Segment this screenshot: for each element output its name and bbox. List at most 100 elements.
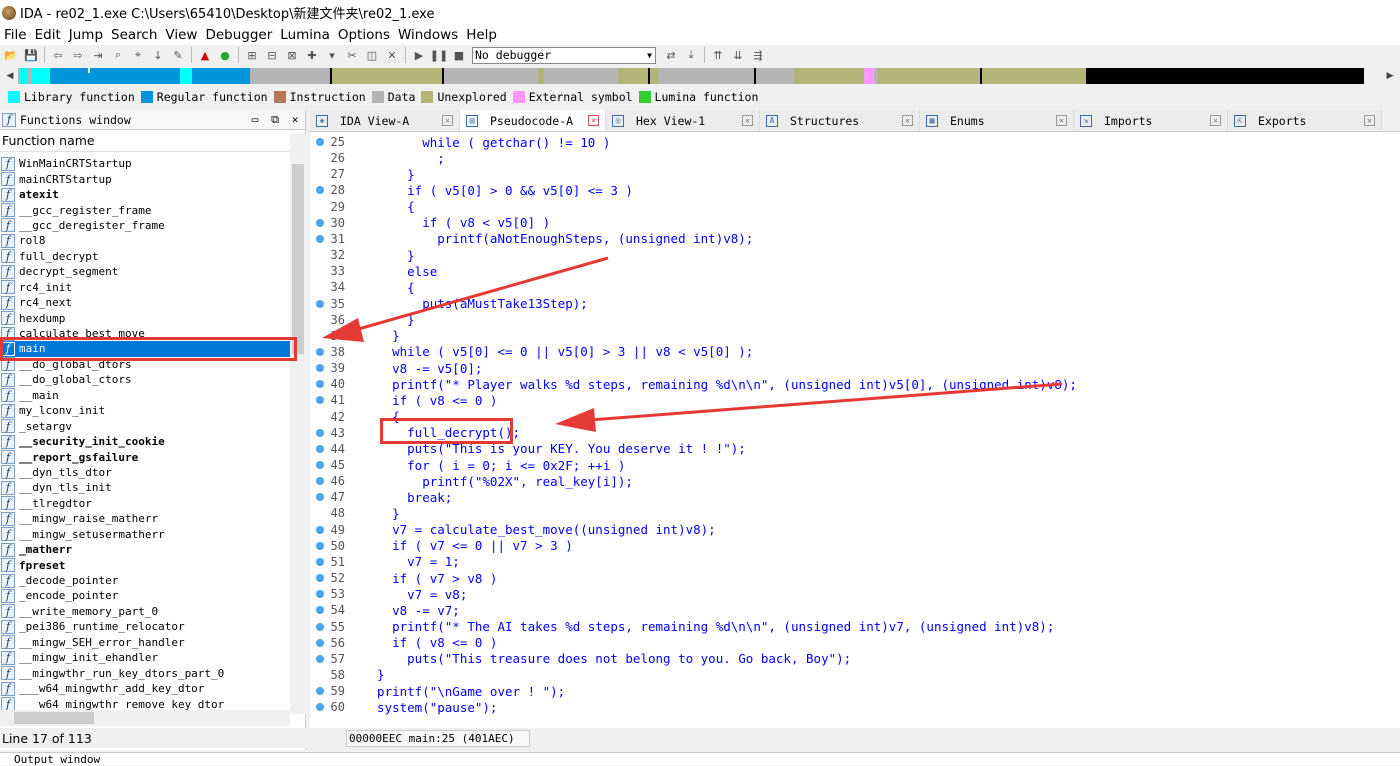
- nav-left-icon[interactable]: ◀: [4, 68, 16, 84]
- function-row[interactable]: f __write_memory_part_0: [0, 604, 290, 619]
- breakpoint-icon[interactable]: ◫: [365, 48, 379, 62]
- code-line[interactable]: 47 break;: [310, 489, 1400, 505]
- code-line[interactable]: 35 puts(aMustTake13Step);: [310, 296, 1400, 312]
- code-line[interactable]: 48 }: [310, 505, 1400, 521]
- code-line[interactable]: 34 {: [310, 279, 1400, 295]
- code-line[interactable]: 55 printf("* The AI takes %d steps, rema…: [310, 619, 1400, 635]
- vertical-scrollbar[interactable]: [290, 134, 306, 714]
- menu-item-view[interactable]: View: [161, 27, 201, 43]
- function-row[interactable]: f __do_global_dtors: [0, 357, 290, 372]
- breakpoint-dot-icon[interactable]: [316, 622, 324, 631]
- code-line[interactable]: 45 for ( i = 0; i <= 0x2F; ++i ): [310, 457, 1400, 473]
- code-line[interactable]: 31 printf(aNotEnoughSteps, (unsigned int…: [310, 231, 1400, 247]
- breakpoint-dot-icon[interactable]: [316, 186, 324, 195]
- trace-icon[interactable]: ⇈: [711, 48, 725, 62]
- tab-hex-view-1[interactable]: ◎ Hex View-1 ✕: [606, 110, 760, 131]
- function-row[interactable]: f rc4_init: [0, 280, 290, 295]
- breakpoint-dot-icon[interactable]: [316, 428, 324, 437]
- code-line[interactable]: 42 {: [310, 409, 1400, 425]
- function-row[interactable]: f __do_global_ctors: [0, 372, 290, 387]
- breakpoint-dot-icon[interactable]: [316, 347, 324, 356]
- menu-item-edit[interactable]: Edit: [31, 27, 65, 43]
- function-row[interactable]: f __gcc_register_frame: [0, 202, 290, 218]
- breakpoint-dot-icon[interactable]: [316, 396, 324, 405]
- breakpoint-dot-icon[interactable]: [316, 218, 324, 227]
- minimize-icon[interactable]: ▭: [245, 113, 265, 127]
- alert-icon[interactable]: ▲: [198, 48, 212, 62]
- tab-imports[interactable]: ⇲ Imports ✕: [1074, 110, 1228, 131]
- code-line[interactable]: 51 v7 = 1;: [310, 554, 1400, 570]
- stop-icon[interactable]: ■: [452, 48, 466, 62]
- breakpoint-dot-icon[interactable]: [316, 364, 324, 373]
- pause-icon[interactable]: ❚❚: [430, 48, 448, 62]
- breakpoint-dot-icon[interactable]: [316, 477, 324, 486]
- breakpoint-dot-icon[interactable]: [316, 234, 324, 243]
- function-row[interactable]: f ___w64_mingwthr_add_key_dtor: [0, 681, 290, 696]
- forward-icon[interactable]: ⇨: [71, 48, 85, 62]
- code-icon[interactable]: ⊠: [285, 48, 299, 62]
- menu-item-help[interactable]: Help: [462, 27, 501, 43]
- code-line[interactable]: 57 puts("This treasure does not belong t…: [310, 651, 1400, 667]
- function-row[interactable]: f main: [0, 341, 290, 357]
- function-row[interactable]: f decrypt_segment: [0, 264, 290, 279]
- patch-icon[interactable]: ✂: [345, 48, 359, 62]
- code-line[interactable]: 38 while ( v5[0] <= 0 || v5[0] > 3 || v8…: [310, 344, 1400, 360]
- play-icon[interactable]: ▶: [412, 48, 426, 62]
- tab-enums[interactable]: ▦ Enums ✕: [920, 110, 1074, 131]
- tab-structures[interactable]: A Structures ✕: [760, 110, 920, 131]
- function-row[interactable]: f __dyn_tls_dtor: [0, 465, 290, 480]
- breakpoint-dot-icon[interactable]: [316, 493, 324, 502]
- function-row[interactable]: f __tlregdtor: [0, 496, 290, 511]
- function-row[interactable]: f atexit: [0, 187, 290, 202]
- tab-close-icon[interactable]: ✕: [742, 115, 753, 126]
- menu-item-lumina[interactable]: Lumina: [276, 27, 334, 43]
- breakpoint-dot-icon[interactable]: [316, 557, 324, 566]
- text-search-icon[interactable]: ✎: [171, 48, 185, 62]
- function-row[interactable]: f __mingwthr_run_key_dtors_part_0: [0, 665, 290, 681]
- code-line[interactable]: 59 printf("\nGame over ! ");: [310, 683, 1400, 699]
- function-row[interactable]: f _pei386_runtime_relocator: [0, 619, 290, 634]
- function-row[interactable]: f __mingw_raise_matherr: [0, 511, 290, 526]
- attach-icon[interactable]: ⇄: [664, 48, 678, 62]
- code-line[interactable]: 36 }: [310, 312, 1400, 328]
- code-line[interactable]: 56 if ( v8 <= 0 ): [310, 635, 1400, 651]
- function-row[interactable]: f __main: [0, 388, 290, 403]
- function-row[interactable]: f __dyn_tls_init: [0, 480, 290, 495]
- tab-close-icon[interactable]: ✕: [902, 115, 913, 126]
- plugin-icon[interactable]: ✚: [305, 48, 319, 62]
- menu-item-jump[interactable]: Jump: [65, 27, 107, 43]
- float-icon[interactable]: ⧉: [265, 113, 285, 127]
- open-icon[interactable]: 📂: [4, 48, 18, 62]
- function-row[interactable]: f _setargv: [0, 418, 290, 434]
- code-line[interactable]: 39 v8 -= v5[0];: [310, 360, 1400, 376]
- horizontal-scrollbar[interactable]: [0, 710, 290, 726]
- code-line[interactable]: 58 }: [310, 667, 1400, 683]
- close-icon[interactable]: ✕: [385, 48, 399, 62]
- function-row[interactable]: f rol8: [0, 233, 290, 248]
- navigation-band[interactable]: ◀ ▶: [0, 66, 1400, 86]
- output-window[interactable]: Output window: [0, 752, 1400, 766]
- code-line[interactable]: 60 system("pause");: [310, 699, 1400, 715]
- function-row[interactable]: f fpreset: [0, 557, 290, 573]
- code-line[interactable]: 28 if ( v5[0] > 0 && v5[0] <= 3 ): [310, 182, 1400, 198]
- breakpoint-dot-icon[interactable]: [316, 380, 324, 389]
- breakpoint-dot-icon[interactable]: [316, 444, 324, 453]
- trace-2-icon[interactable]: ⇊: [731, 48, 745, 62]
- function-row[interactable]: f __mingw_init_ehandler: [0, 650, 290, 665]
- code-line[interactable]: 53 v7 = v8;: [310, 586, 1400, 602]
- tab-close-icon[interactable]: ✕: [1056, 115, 1067, 126]
- scroll-thumb[interactable]: [14, 712, 94, 724]
- code-line[interactable]: 46 printf("%02X", real_key[i]);: [310, 473, 1400, 489]
- code-line[interactable]: 43 full_decrypt();: [310, 425, 1400, 441]
- function-row[interactable]: f _decode_pointer: [0, 573, 290, 588]
- close-icon[interactable]: ✕: [285, 113, 305, 127]
- function-row[interactable]: f __gcc_deregister_frame: [0, 218, 290, 233]
- tab-pseudocode-a[interactable]: ▤ Pseudocode-A ✕: [460, 110, 606, 131]
- function-row[interactable]: f mainCRTStartup: [0, 171, 290, 187]
- function-row[interactable]: f __security_init_cookie: [0, 434, 290, 449]
- jump-icon[interactable]: ⇥: [91, 48, 105, 62]
- breakpoint-dot-icon[interactable]: [316, 654, 324, 663]
- step-icon[interactable]: ⤓: [684, 48, 698, 62]
- code-line[interactable]: 44 puts("This is your KEY. You deserve i…: [310, 441, 1400, 457]
- menu-item-options[interactable]: Options: [334, 27, 394, 43]
